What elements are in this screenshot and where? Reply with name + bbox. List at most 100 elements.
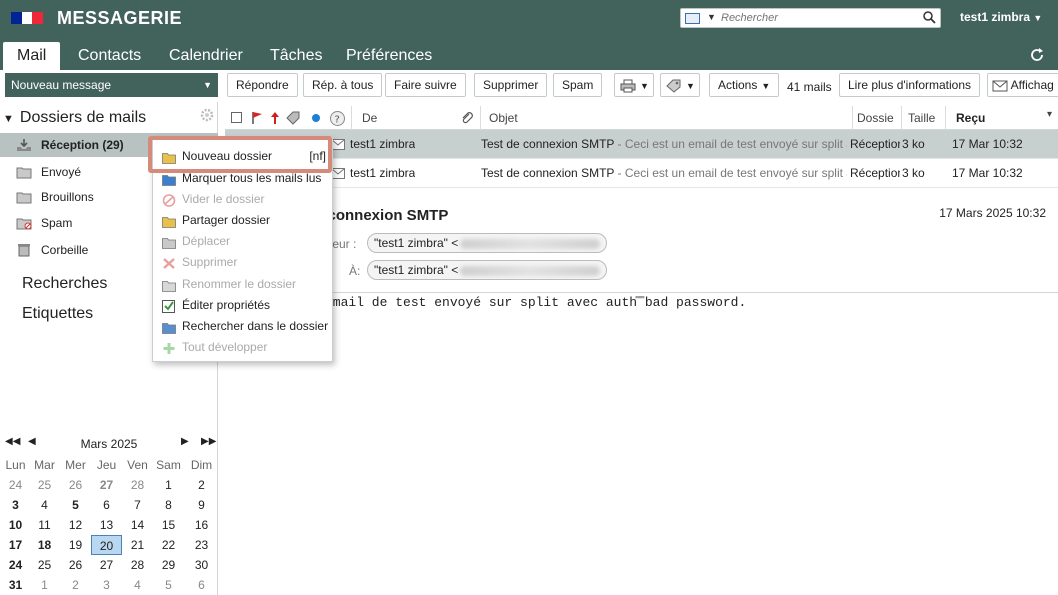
folders-header[interactable]: ▼ Dossiers de mails: [3, 109, 146, 127]
calendar-day[interactable]: 9: [186, 495, 217, 515]
tag-button[interactable]: ▼: [660, 73, 700, 97]
calendar-day[interactable]: 26: [60, 555, 91, 575]
new-message-button[interactable]: Nouveau message ▼: [5, 73, 218, 97]
tab-mail[interactable]: Mail: [3, 42, 61, 70]
calendar-day[interactable]: 12: [60, 515, 91, 535]
tab-contacts[interactable]: Contacts: [64, 42, 155, 70]
col-size[interactable]: Taille: [901, 106, 943, 130]
more-info-button[interactable]: Lire plus d'informations: [839, 73, 981, 97]
tags-section[interactable]: Etiquettes: [22, 305, 93, 323]
calendar-day[interactable]: 3: [0, 495, 31, 515]
mail-search-type-icon[interactable]: [685, 13, 700, 24]
col-received[interactable]: Reçu: [945, 106, 1045, 130]
calendar-day[interactable]: 28: [122, 555, 153, 575]
calendar-day[interactable]: 20: [91, 535, 122, 555]
calendar-day[interactable]: 27: [91, 475, 122, 495]
from-address-bubble[interactable]: "test1 zimbra" <: [367, 233, 608, 253]
tag-column-icon[interactable]: [286, 111, 300, 125]
calendar-day[interactable]: 11: [29, 515, 60, 535]
calendar-day[interactable]: 19: [60, 535, 91, 555]
col-from[interactable]: De: [351, 106, 461, 130]
calendar-day[interactable]: 4: [122, 575, 153, 595]
table-row[interactable]: test1 zimbra Test de connexion SMTP - Ce…: [225, 159, 1058, 188]
col-subject[interactable]: Objet: [480, 106, 845, 130]
calendar-day[interactable]: 30: [186, 555, 217, 575]
calendar-day[interactable]: 14: [122, 515, 153, 535]
calendar-day[interactable]: 6: [186, 575, 217, 595]
calendar-day[interactable]: 22: [153, 535, 184, 555]
calendar-day[interactable]: 2: [186, 475, 217, 495]
menu-item-empty-folder[interactable]: Vider le dossier: [153, 189, 334, 210]
calendar-day[interactable]: 4: [29, 495, 60, 515]
searches-section[interactable]: Recherches: [22, 275, 107, 293]
calendar-day[interactable]: 25: [29, 555, 60, 575]
calendar-day[interactable]: 13: [91, 515, 122, 535]
reply-all-button[interactable]: Rép. à tous: [303, 73, 383, 97]
menu-item-delete[interactable]: Supprimer: [153, 252, 334, 273]
attachment-icon[interactable]: [460, 111, 474, 125]
calendar-day[interactable]: 1: [29, 575, 60, 595]
calendar-day[interactable]: 3: [91, 575, 122, 595]
calendar-day[interactable]: 18: [29, 535, 60, 555]
menu-item-rename[interactable]: Renommer le dossier: [153, 274, 334, 295]
calendar-day[interactable]: 24: [0, 555, 31, 575]
print-button[interactable]: ▼: [614, 73, 654, 97]
calendar-day[interactable]: 31: [0, 575, 31, 595]
calendar-day[interactable]: 7: [122, 495, 153, 515]
sort-desc-icon[interactable]: ▾: [1047, 103, 1052, 127]
flag-icon[interactable]: [251, 111, 263, 125]
calendar-day[interactable]: 1: [153, 475, 184, 495]
menu-item-mark-read[interactable]: Marquer tous les mails lus: [153, 168, 334, 189]
search-icon[interactable]: [923, 11, 936, 24]
calendar-day[interactable]: 16: [186, 515, 217, 535]
priority-icon[interactable]: [270, 111, 280, 125]
calendar-day[interactable]: 28: [122, 475, 153, 495]
calendar-day[interactable]: 2: [60, 575, 91, 595]
calendar-day[interactable]: 24: [0, 475, 31, 495]
calendar-day[interactable]: 15: [153, 515, 184, 535]
tab-calendar[interactable]: Calendrier: [155, 42, 257, 70]
spam-button[interactable]: Spam: [553, 73, 603, 97]
menu-item-share-folder[interactable]: Partager dossier: [153, 210, 334, 231]
refresh-icon[interactable]: [1028, 46, 1046, 64]
unread-dot-icon[interactable]: [311, 113, 321, 123]
calendar-day[interactable]: 5: [153, 575, 184, 595]
calendar-day[interactable]: 26: [60, 475, 91, 495]
calendar-day[interactable]: 17: [0, 535, 31, 555]
delete-button[interactable]: Supprimer: [474, 73, 548, 97]
calendar-day[interactable]: 21: [122, 535, 153, 555]
chevron-down-icon[interactable]: ▼: [707, 12, 716, 22]
chevron-down-icon[interactable]: ▼: [203, 73, 212, 97]
calendar-day[interactable]: 25: [29, 475, 60, 495]
calendar-day[interactable]: 5: [60, 495, 91, 515]
display-button[interactable]: Affichag: [987, 73, 1058, 97]
menu-item-move[interactable]: Déplacer: [153, 231, 334, 252]
calendar-day[interactable]: 23: [186, 535, 217, 555]
menu-item-new-folder[interactable]: Nouveau dossier [nf]: [153, 146, 334, 167]
select-all-checkbox[interactable]: [231, 112, 242, 123]
collapse-triangle-icon[interactable]: ▼: [3, 113, 14, 125]
tab-tasks[interactable]: Tâches: [256, 42, 336, 70]
tab-preferences[interactable]: Préférences: [332, 42, 446, 70]
user-menu[interactable]: test1 zimbra ▼: [960, 10, 1042, 24]
next-year-icon[interactable]: ▶▶: [201, 436, 216, 447]
search-input[interactable]: [721, 10, 901, 26]
calendar-day[interactable]: 29: [153, 555, 184, 575]
menu-item-edit-properties[interactable]: Éditer propriétés: [153, 295, 334, 316]
menu-item-search-folder[interactable]: Rechercher dans le dossier: [153, 316, 334, 337]
forward-button[interactable]: Faire suivre: [385, 73, 466, 97]
calendar-day[interactable]: 10: [0, 515, 31, 535]
gear-icon[interactable]: [200, 108, 214, 122]
col-folder[interactable]: Dossie: [852, 106, 897, 130]
table-row[interactable]: test1 zimbra Test de connexion SMTP - Ce…: [225, 130, 1058, 159]
status-question-icon[interactable]: ?: [329, 110, 346, 127]
calendar-day[interactable]: 27: [91, 555, 122, 575]
search-box[interactable]: ▼: [680, 8, 941, 28]
actions-button[interactable]: Actions ▼: [709, 73, 780, 97]
to-address-bubble[interactable]: "test1 zimbra" <: [367, 260, 608, 280]
calendar-day[interactable]: 6: [91, 495, 122, 515]
menu-item-expand-all[interactable]: Tout développer: [153, 337, 334, 358]
calendar-day[interactable]: 8: [153, 495, 184, 515]
next-month-icon[interactable]: ▶: [181, 436, 189, 447]
reply-button[interactable]: Répondre: [227, 73, 298, 97]
